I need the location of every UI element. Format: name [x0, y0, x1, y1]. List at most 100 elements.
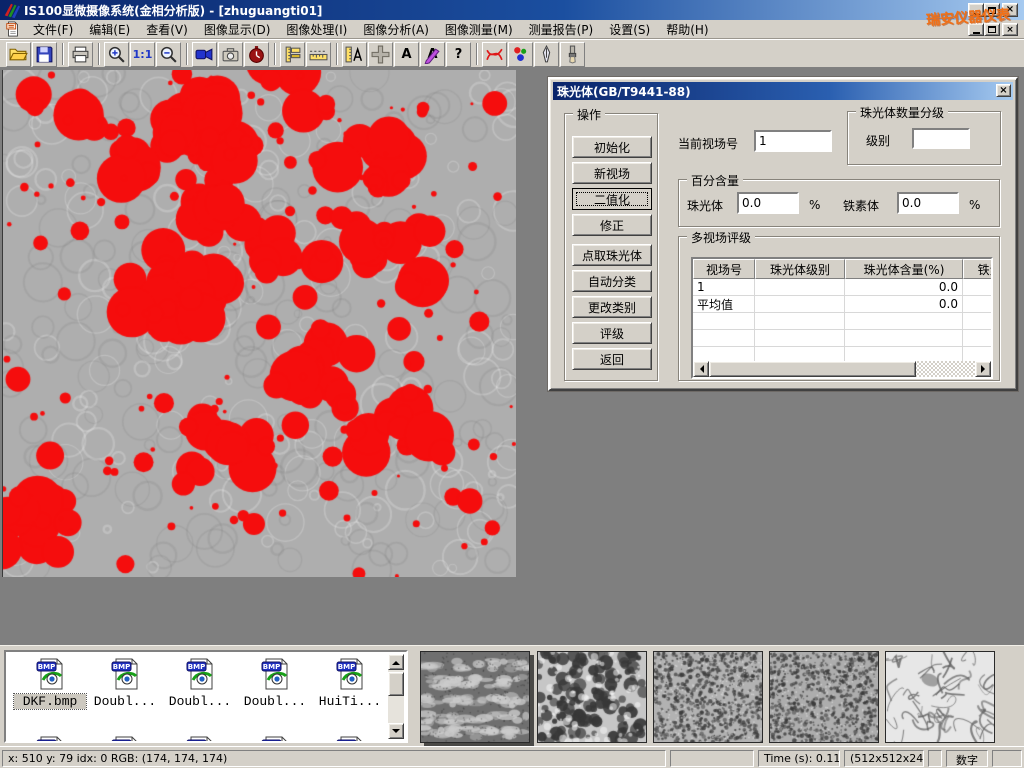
menu-edit[interactable]: 编辑(E) — [81, 19, 138, 40]
file-name[interactable]: HuiTi... — [314, 694, 386, 709]
micrograph-image[interactable] — [2, 70, 516, 577]
file-list[interactable]: BMPDKF.bmpBMPBMPDoubl...BMPBMPDoubl...BM… — [4, 650, 408, 743]
mdi-restore-button[interactable] — [984, 23, 1000, 36]
restore-icon — [988, 7, 996, 14]
video-capture-button[interactable] — [192, 42, 217, 67]
operations-group: 操作 初始化 新视场 二值化 修正 点取珠光体 自动分类 更改类别 评级 返回 — [564, 113, 658, 381]
change-class-button[interactable]: 更改类别 — [572, 296, 652, 318]
menu-view[interactable]: 查看(V) — [138, 19, 196, 40]
menu-image-analysis[interactable]: 图像分析(A) — [355, 19, 437, 40]
brush-tool-button[interactable] — [560, 42, 585, 67]
dialog-title-bar[interactable]: 珠光体(GB/T9441-88) × — [553, 82, 1013, 100]
open-button[interactable] — [6, 42, 31, 67]
col-pearlite-content[interactable]: 珠光体含量(%) — [845, 259, 963, 279]
file-item[interactable]: BMPDoubl... — [89, 658, 161, 709]
table-row[interactable]: 平均值 0.0 — [693, 296, 991, 313]
measure-text-button[interactable] — [342, 42, 367, 67]
scroll-up-button[interactable] — [388, 654, 404, 670]
menu-help[interactable]: 帮助(H) — [658, 19, 716, 40]
window-title: IS100显微摄像系统(金相分析版) - [zhuguangti01] — [24, 2, 322, 19]
close-button[interactable]: × — [1002, 3, 1018, 17]
thumbnail-4[interactable] — [769, 651, 879, 743]
zoom-in-button[interactable] — [104, 42, 129, 67]
mdi-minimize-button[interactable] — [968, 23, 984, 36]
thumbnail-5[interactable] — [885, 651, 995, 743]
dialog-close-button[interactable]: × — [996, 84, 1011, 97]
text-tool-button[interactable]: A — [394, 42, 419, 67]
correct-button[interactable]: 修正 — [572, 214, 652, 236]
save-button[interactable] — [32, 42, 57, 67]
svg-text:BMP: BMP — [113, 741, 130, 743]
close-icon: × — [1006, 5, 1014, 15]
minimize-button[interactable] — [968, 3, 984, 17]
initialize-button[interactable]: 初始化 — [572, 136, 652, 158]
new-view-button[interactable]: 新视场 — [572, 162, 652, 184]
zoom-out-button[interactable] — [156, 42, 181, 67]
caliper-button[interactable] — [280, 42, 305, 67]
menu-image-display[interactable]: 图像显示(D) — [196, 19, 279, 40]
file-item[interactable]: BMP DKF.bmp — [14, 658, 86, 709]
multiview-table[interactable]: 视场号 珠光体级别 珠光体含量(%) 铁素体含量(%) 1 0.0 平均值 0.… — [691, 257, 993, 379]
file-name[interactable]: Doubl... — [239, 694, 311, 709]
pearlite-percent-input[interactable] — [737, 192, 799, 214]
thumbnail-1[interactable] — [420, 651, 530, 743]
edit-text-button[interactable]: A — [420, 42, 445, 67]
ruler-icon — [309, 45, 328, 64]
file-item[interactable]: BMP — [89, 736, 161, 743]
zoom-in-icon — [107, 45, 126, 64]
col-pearlite-grade[interactable]: 珠光体级别 — [755, 259, 845, 279]
scroll-down-button[interactable] — [388, 723, 404, 739]
auto-classify-button[interactable]: 自动分类 — [572, 270, 652, 292]
menu-image-measure[interactable]: 图像测量(M) — [437, 19, 521, 40]
col-view-number[interactable]: 视场号 — [693, 259, 755, 279]
help-button[interactable]: ? — [446, 42, 471, 67]
file-list-scrollbar[interactable] — [388, 654, 404, 739]
file-name[interactable]: Doubl... — [164, 694, 236, 709]
application-window: IS100显微摄像系统(金相分析版) - [zhuguangti01] × 瑞安… — [0, 0, 1024, 768]
ruler-button[interactable] — [306, 42, 331, 67]
binarize-button[interactable]: 二值化 — [572, 188, 652, 210]
scrollbar-thumb[interactable] — [388, 672, 404, 696]
file-name[interactable]: DKF.bmp — [14, 694, 86, 709]
timer-button[interactable] — [244, 42, 269, 67]
file-item[interactable]: BMP — [14, 736, 86, 743]
thumbnail-3[interactable] — [653, 651, 763, 743]
print-button[interactable] — [68, 42, 93, 67]
restore-button[interactable] — [984, 3, 1000, 17]
return-button[interactable]: 返回 — [572, 348, 652, 370]
bmp-file-icon: BMP — [260, 658, 290, 690]
file-item[interactable]: BMPDoubl... — [164, 658, 236, 709]
particle-analysis-button[interactable] — [508, 42, 533, 67]
menu-image-process[interactable]: 图像处理(I) — [278, 19, 355, 40]
col-ferrite-content[interactable]: 铁素体含量(%) — [963, 259, 993, 279]
menu-measure-report[interactable]: 测量报告(P) — [521, 19, 602, 40]
file-name[interactable]: Doubl... — [89, 694, 161, 709]
scroll-left-button[interactable] — [693, 361, 709, 377]
file-item[interactable]: BMPHuiTi... — [314, 658, 386, 709]
scrollbar-thumb[interactable] — [709, 361, 916, 377]
current-view-input[interactable] — [754, 130, 832, 152]
file-item[interactable]: BMP — [239, 736, 311, 743]
table-row[interactable]: 1 0.0 — [693, 279, 991, 296]
menu-settings[interactable]: 设置(S) — [601, 19, 658, 40]
pick-pearlite-button[interactable]: 点取珠光体 — [572, 244, 652, 266]
table-horizontal-scrollbar[interactable] — [693, 361, 991, 377]
grade-button[interactable]: 评级 — [572, 322, 652, 344]
curve-measure-button[interactable] — [482, 42, 507, 67]
file-item[interactable]: BMP — [164, 736, 236, 743]
grade-input[interactable] — [912, 128, 970, 149]
actual-size-button[interactable]: 1:1 — [130, 42, 155, 67]
menu-file[interactable]: 文件(F) — [25, 19, 81, 40]
file-item[interactable]: BMP — [314, 736, 386, 743]
move-button[interactable] — [368, 42, 393, 67]
pen-tool-button[interactable] — [534, 42, 559, 67]
file-item[interactable]: BMP Doubl... — [239, 658, 311, 709]
camera-capture-button[interactable] — [218, 42, 243, 67]
bmp-file-icon: BMP — [35, 658, 65, 690]
arrow-left-icon — [696, 365, 704, 373]
thumbnail-2[interactable] — [537, 651, 647, 743]
ferrite-percent-input[interactable] — [897, 192, 959, 214]
mdi-close-button[interactable]: × — [1002, 23, 1018, 36]
scrollbar-track[interactable] — [709, 361, 975, 377]
scroll-right-button[interactable] — [975, 361, 991, 377]
